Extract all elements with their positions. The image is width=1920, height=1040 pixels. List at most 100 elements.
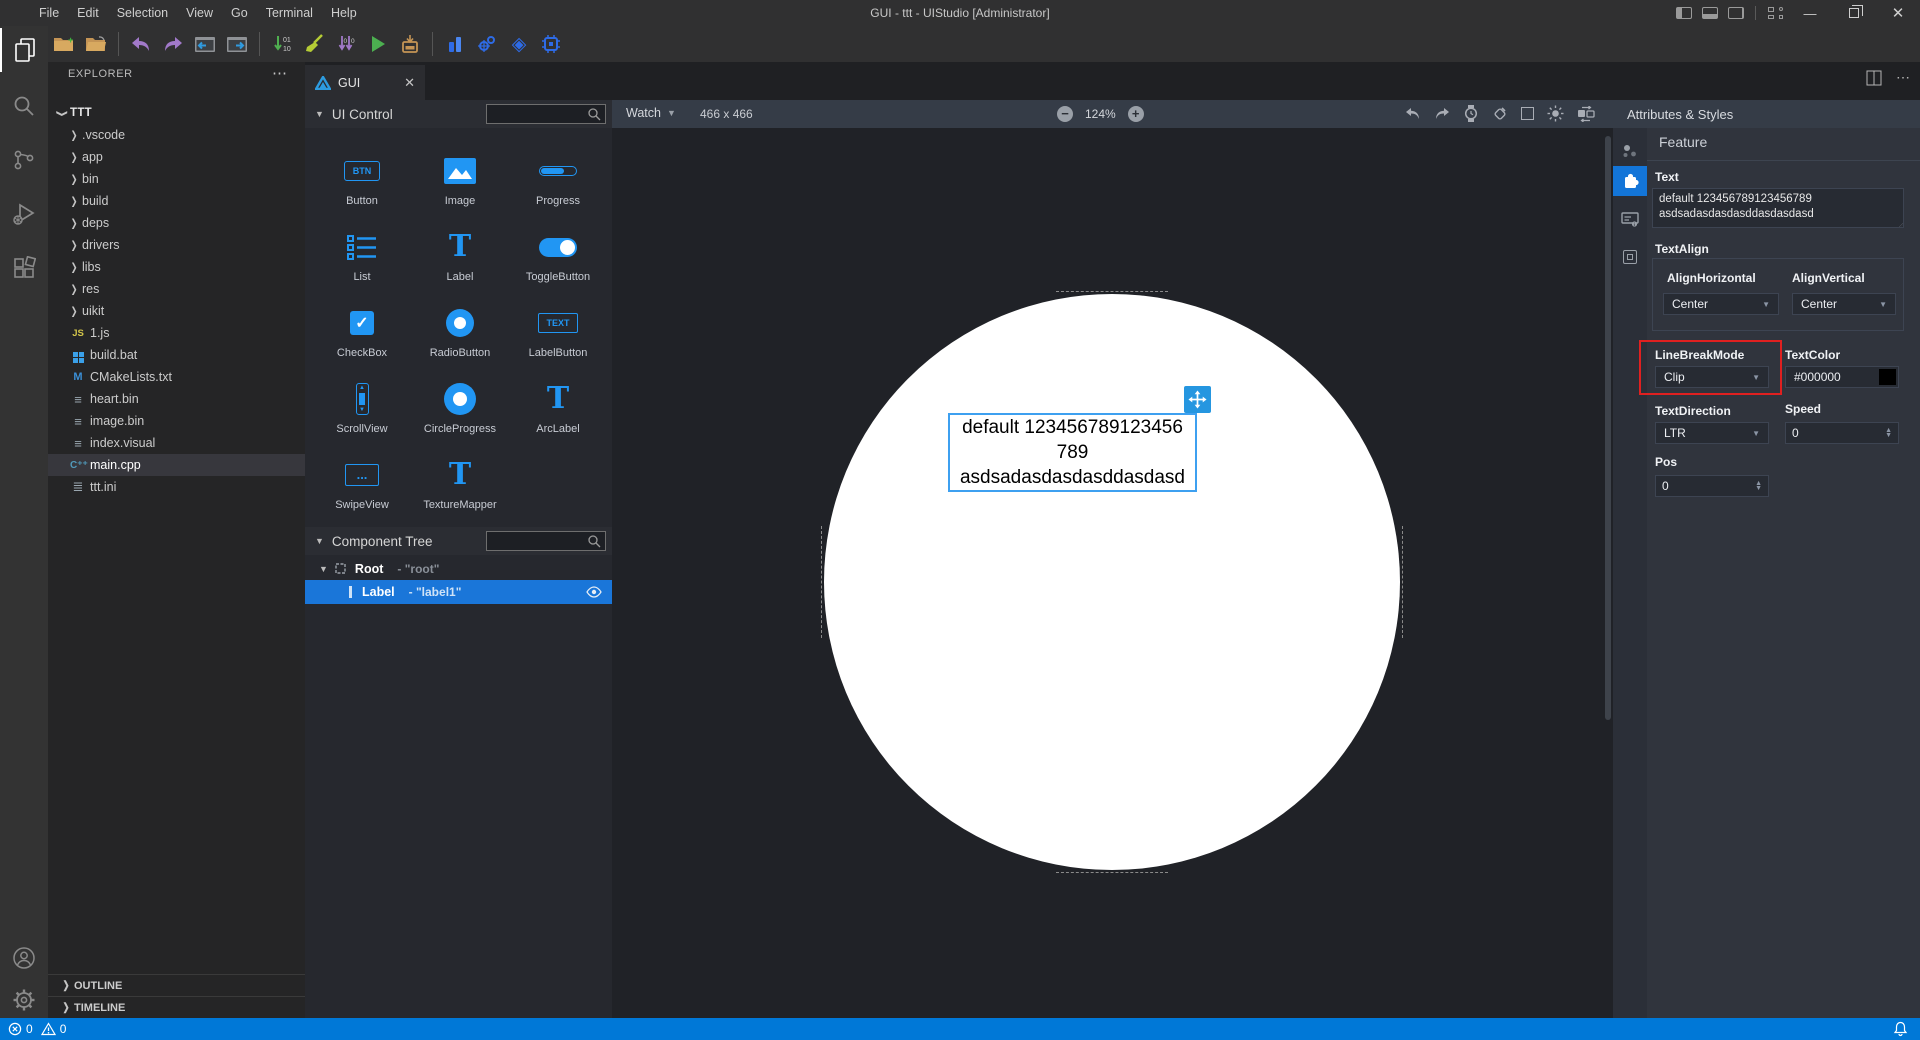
problems-indicator[interactable]: 0 0 [8, 1022, 66, 1036]
new-project-button[interactable]: + [50, 30, 78, 58]
import-view-button[interactable] [191, 30, 219, 58]
tree-file-1js[interactable]: JS1.js [48, 322, 305, 344]
timeline-section[interactable]: ❯ TIMELINE [48, 996, 305, 1018]
layout-sidebar-right-icon[interactable] [1728, 7, 1744, 19]
menu-go[interactable]: Go [222, 0, 257, 26]
tree-folder-uikit[interactable]: ❯uikit [48, 300, 305, 322]
undo-icon[interactable] [1404, 106, 1421, 121]
menu-view[interactable]: View [177, 0, 222, 26]
menu-help[interactable]: Help [322, 0, 366, 26]
settings-button[interactable] [0, 978, 48, 1022]
component-labelbutton[interactable]: TEXT LabelButton [509, 292, 607, 368]
tree-file-imagebin[interactable]: ≡image.bin [48, 410, 305, 432]
component-tree-header[interactable]: ▼ Component Tree [305, 527, 612, 555]
component-scrollview[interactable]: ▲▼ ScrollView [313, 368, 411, 444]
speed-input[interactable]: 0 ▲▼ [1785, 422, 1899, 444]
menu-terminal[interactable]: Terminal [257, 0, 322, 26]
zoom-in-button[interactable]: + [1128, 106, 1144, 122]
ui-control-search-input[interactable] [486, 104, 606, 124]
tree-root-ttt[interactable]: ❯ TTT [48, 102, 305, 124]
align-vertical-select[interactable]: Center▼ [1792, 293, 1896, 315]
move-handle[interactable] [1184, 386, 1211, 413]
export-view-button[interactable] [223, 30, 251, 58]
close-button[interactable]: ✕ [1876, 0, 1920, 26]
ui-control-header[interactable]: ▼ UI Control [305, 100, 612, 128]
tree-file-heartbin[interactable]: ≡heart.bin [48, 388, 305, 410]
label1-widget[interactable]: default 123456789123456 789 asdsadasdasd… [948, 413, 1197, 492]
pos-input[interactable]: 0 ▲▼ [1655, 475, 1769, 497]
layout-swap-icon[interactable] [1577, 106, 1595, 122]
tree-file-cmakelists[interactable]: MCMakeLists.txt [48, 366, 305, 388]
layout-panel-icon[interactable] [1702, 7, 1718, 19]
account-button[interactable] [0, 936, 48, 980]
color-swatch[interactable] [1879, 369, 1896, 385]
component-radiobutton[interactable]: RadioButton [411, 292, 509, 368]
component-image[interactable]: Image [411, 140, 509, 216]
activity-source-control[interactable] [0, 138, 48, 182]
select-frame-icon[interactable] [1521, 107, 1534, 120]
component-progress[interactable]: Progress [509, 140, 607, 216]
tree-node-label1[interactable]: Label - "label1" [305, 580, 612, 604]
redo-icon[interactable] [1434, 106, 1451, 121]
settings-gears-button[interactable] [473, 30, 501, 58]
format-clean-button[interactable] [300, 30, 328, 58]
tree-folder-vscode[interactable]: ❯.vscode [48, 124, 305, 146]
align-horizontal-select[interactable]: Center▼ [1663, 293, 1779, 315]
menu-edit[interactable]: Edit [68, 0, 108, 26]
redo-button[interactable] [159, 30, 187, 58]
undo-button[interactable] [127, 30, 155, 58]
split-editor-icon[interactable] [1866, 70, 1882, 86]
component-togglebutton[interactable]: ToggleButton [509, 216, 607, 292]
customize-layout-icon[interactable] [1767, 7, 1783, 19]
component-texturemapper[interactable]: T TextureMapper [411, 444, 509, 520]
tree-node-root[interactable]: ▼ Root - "root" [305, 557, 612, 580]
tree-file-maincpp[interactable]: C⁺⁺main.cpp [48, 454, 305, 476]
menu-file[interactable]: File [30, 0, 68, 26]
component-swipeview[interactable]: ... SwipeView [313, 444, 411, 520]
component-circleprogress[interactable]: CircleProgress [411, 368, 509, 444]
filter-sort-button[interactable]: 00 [332, 30, 360, 58]
run-button[interactable] [364, 30, 392, 58]
sort-lines-button[interactable]: 0110 [268, 30, 296, 58]
linebreakmode-select[interactable]: Clip▼ [1655, 366, 1769, 388]
tab-close-icon[interactable]: ✕ [404, 75, 415, 91]
tab-gui[interactable]: GUI ✕ [305, 65, 425, 100]
layout-sidebar-left-icon[interactable] [1676, 7, 1692, 19]
tab-style[interactable] [1613, 242, 1647, 272]
canvas-viewport[interactable]: default 123456789123456 789 asdsadasdasd… [612, 128, 1613, 1018]
restore-button[interactable] [1832, 0, 1876, 26]
tree-folder-app[interactable]: ❯app [48, 146, 305, 168]
canvas-scrollbar[interactable] [1605, 136, 1611, 720]
tree-folder-build[interactable]: ❯build [48, 190, 305, 212]
editor-more-icon[interactable]: ⋯ [1896, 70, 1910, 86]
link-edit-icon[interactable] [1491, 105, 1508, 122]
tab-hierarchy[interactable] [1613, 136, 1647, 166]
text-value-input[interactable]: default 123456789123456789 asdsadasdasda… [1652, 188, 1904, 228]
component-list[interactable]: List [313, 216, 411, 292]
notifications-bell[interactable] [1893, 1021, 1908, 1037]
component-arclabel[interactable]: T ArcLabel [509, 368, 607, 444]
menu-selection[interactable]: Selection [108, 0, 177, 26]
device-select[interactable]: Watch ▼ [626, 106, 676, 120]
tree-folder-bin[interactable]: ❯bin [48, 168, 305, 190]
activity-search[interactable] [0, 84, 48, 128]
outline-section[interactable]: ❯ OUTLINE [48, 974, 305, 996]
watch-preview-icon[interactable] [1464, 105, 1478, 122]
more-actions-icon[interactable]: ⋯ [272, 64, 287, 82]
tree-folder-libs[interactable]: ❯libs [48, 256, 305, 278]
stepper-arrows[interactable]: ▲▼ [1755, 481, 1762, 491]
tree-folder-deps[interactable]: ❯deps [48, 212, 305, 234]
tree-folder-res[interactable]: ❯res [48, 278, 305, 300]
component-tree-search-input[interactable] [486, 531, 606, 551]
component-label-item[interactable]: T Label [411, 216, 509, 292]
activity-extensions[interactable] [0, 246, 48, 290]
activity-explorer[interactable] [0, 28, 48, 72]
tree-file-indexvisual[interactable]: ≡index.visual [48, 432, 305, 454]
tree-file-tttini[interactable]: ≣ttt.ini [48, 476, 305, 498]
theme-brightness-icon[interactable] [1547, 105, 1564, 122]
component-button[interactable]: BTN Button [313, 140, 411, 216]
tab-info[interactable]: i [1613, 204, 1647, 234]
open-folder-button[interactable] [82, 30, 110, 58]
tree-file-buildbat[interactable]: build.bat [48, 344, 305, 366]
minimize-button[interactable]: — [1788, 0, 1832, 26]
